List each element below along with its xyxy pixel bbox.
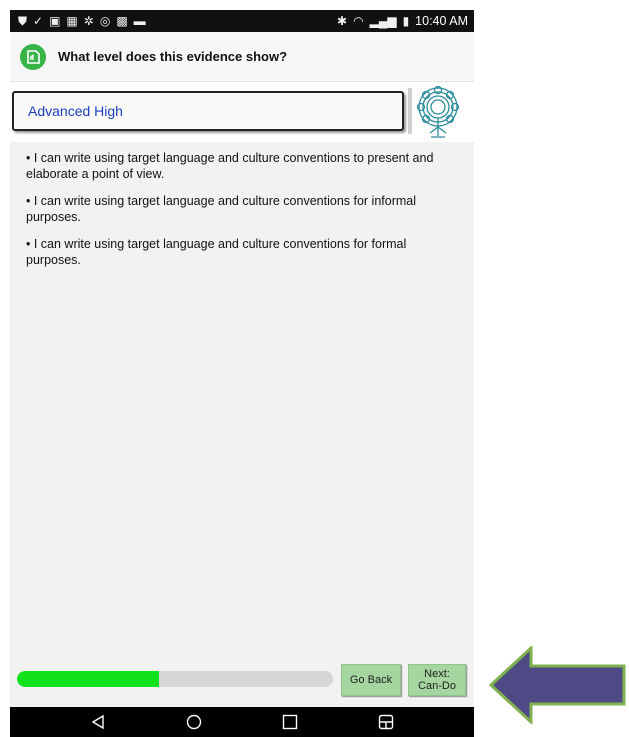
level-value: Advanced High <box>28 103 123 119</box>
list-item: • I can write using target language and … <box>26 194 417 224</box>
bluetooth-icon: ✱ <box>337 14 348 28</box>
pointer-arrow-icon <box>489 646 626 724</box>
android-icon: ✲ <box>83 14 94 28</box>
divider <box>408 88 412 134</box>
header: What level does this evidence show? <box>10 32 474 82</box>
level-selector[interactable]: Advanced High <box>12 91 404 131</box>
progress-bar <box>17 671 333 687</box>
back-nav-icon[interactable] <box>89 713 107 731</box>
signal-icon: ▂▄▆ <box>369 14 397 28</box>
next-button-label: Next: Can-Do <box>418 668 456 692</box>
level-row: Advanced High <box>10 82 474 142</box>
battery-icon: ▮ <box>402 14 410 28</box>
status-left-icons: ⛊ ✓ ▣ ▦ ✲ ◎ ▩ ▬ <box>18 15 146 27</box>
go-back-button[interactable]: Go Back <box>341 664 401 696</box>
home-nav-icon[interactable] <box>185 713 203 731</box>
phone-screen: ⛊ ✓ ▣ ▦ ✲ ◎ ▩ ▬ ✱ ◠ ▂▄▆ ▮ 10:40 AM What … <box>10 10 474 737</box>
page-title: What level does this evidence show? <box>58 49 288 64</box>
check-icon: ✓ <box>33 14 44 28</box>
next-can-do-button[interactable]: Next: Can-Do <box>408 664 466 696</box>
wifi-icon: ◎ <box>99 14 111 28</box>
footer-bar: Go Back Next: Can-Do <box>10 655 474 697</box>
tree-logo-icon <box>416 85 460 138</box>
app-icon <box>20 43 46 70</box>
status-bar: ⛊ ✓ ▣ ▦ ✲ ◎ ▩ ▬ ✱ ◠ ▂▄▆ ▮ 10:40 AM <box>10 10 474 32</box>
photo-icon: ▦ <box>66 14 78 28</box>
navigation-bar <box>10 707 474 737</box>
recents-nav-icon[interactable] <box>281 713 299 731</box>
photo-icon: ▩ <box>116 14 128 28</box>
list-item: • I can write using target language and … <box>26 151 434 181</box>
clock: 10:40 AM <box>415 14 468 28</box>
status-right-icons: ✱ ◠ ▂▄▆ ▮ 10:40 AM <box>337 14 468 28</box>
dual-window-nav-icon[interactable] <box>377 713 395 731</box>
message-icon: ▬ <box>133 14 146 28</box>
shield-icon: ⛊ <box>18 14 28 28</box>
statement-list: • I can write using target language and … <box>10 142 474 655</box>
progress-fill <box>17 671 160 687</box>
list-item: • I can write using target language and … <box>26 237 407 267</box>
image-icon: ▣ <box>49 14 61 28</box>
wifi-icon: ◠ <box>353 14 364 28</box>
